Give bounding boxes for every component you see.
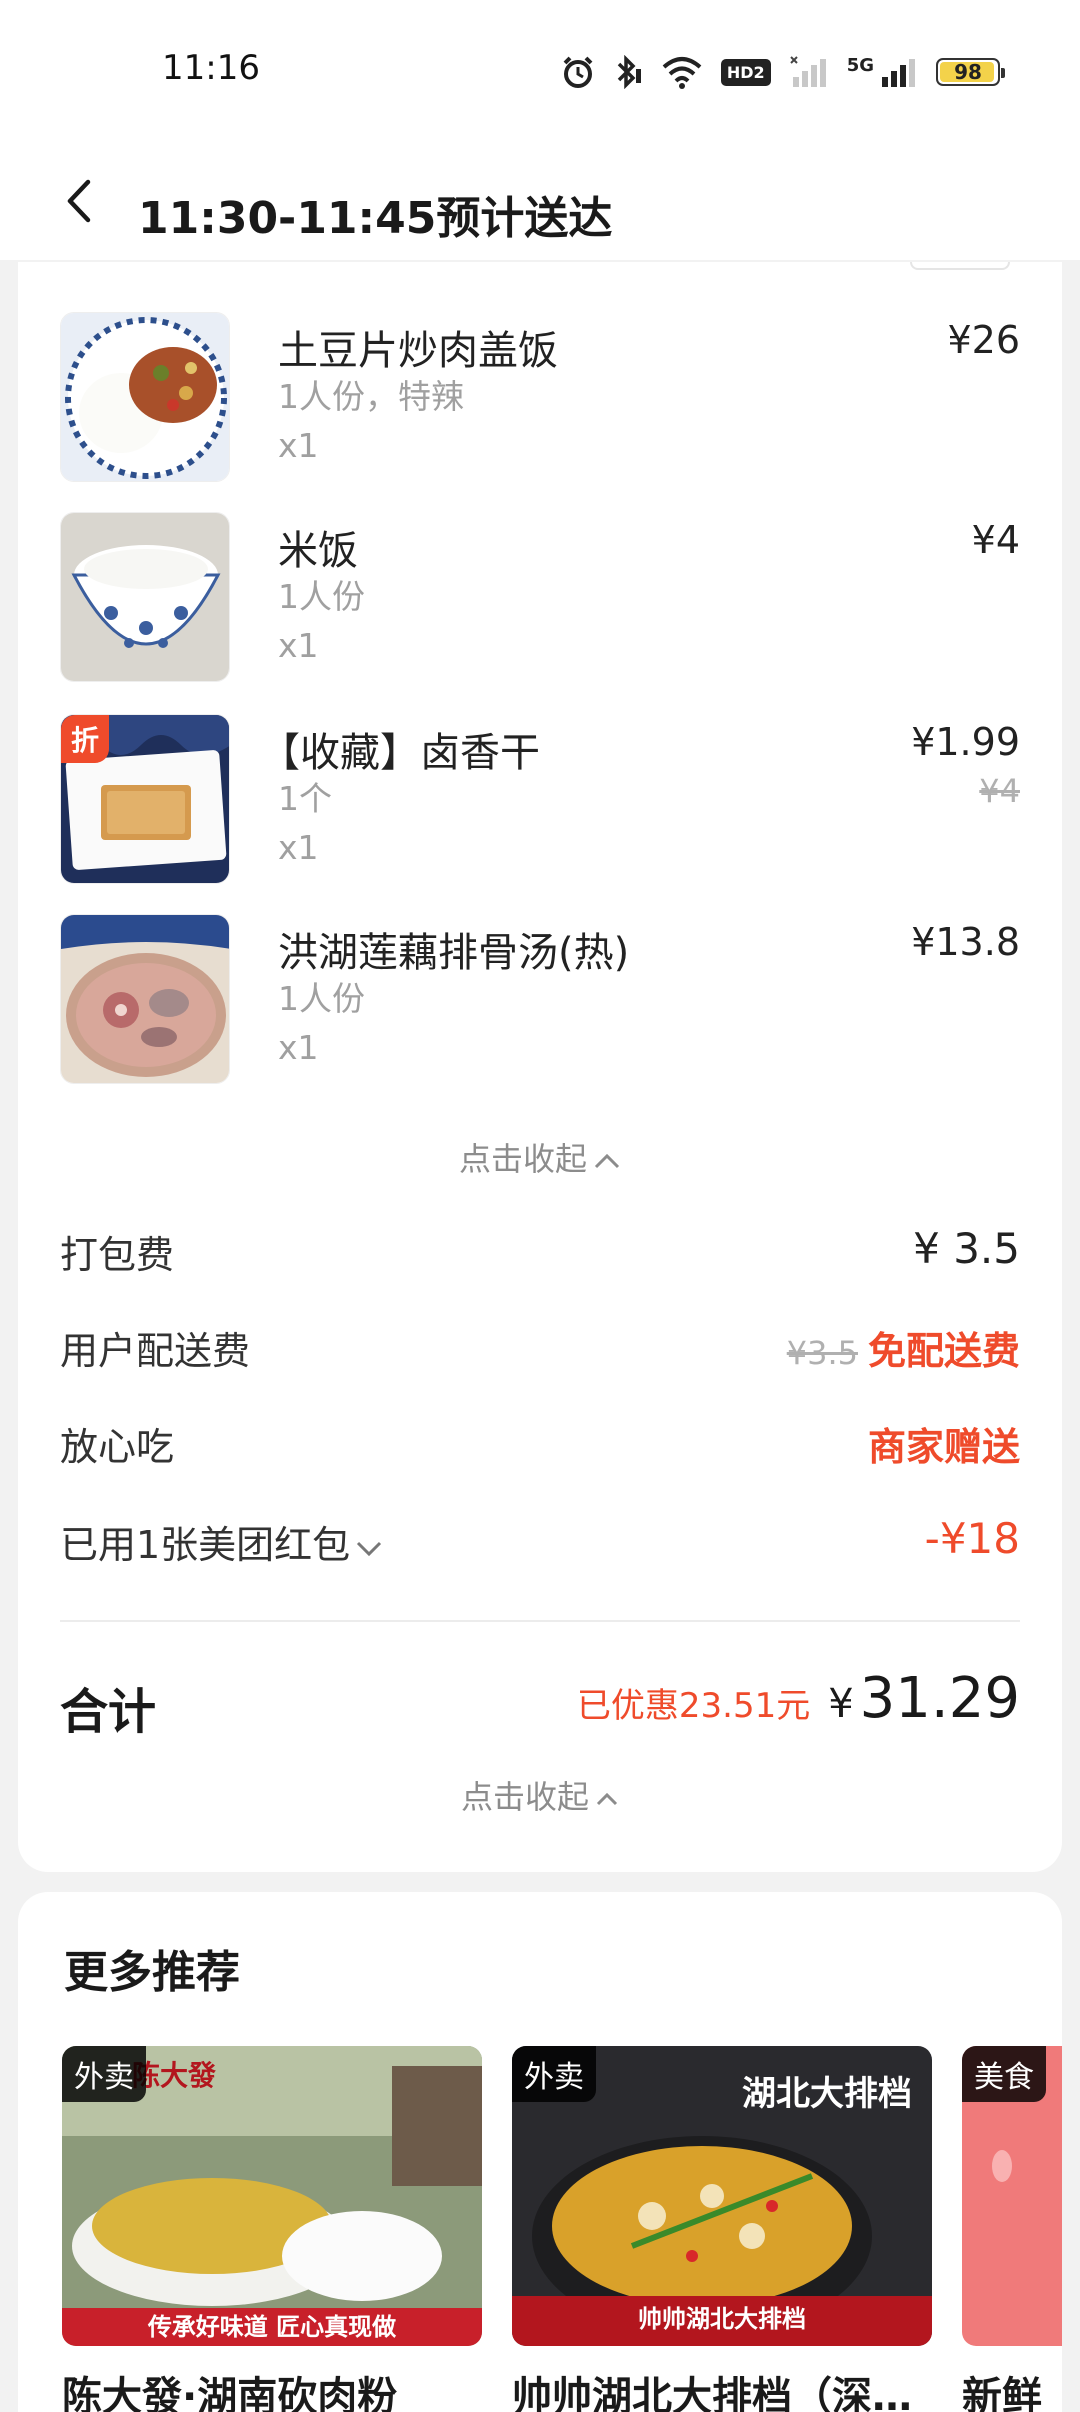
dish-price: ¥13.8 — [911, 920, 1020, 964]
discount-tag: 折 — [61, 715, 109, 763]
recommendation-item[interactable]: 湖北大排档 帅帅湖北大排档 外卖 帅帅湖北大排档（深… — [512, 2046, 932, 2412]
chevron-down-icon[interactable] — [354, 1538, 384, 1558]
recommendation-name: 陈大發·湖南砍肉粉 — [62, 2374, 398, 2412]
dish-name: 米饭 — [278, 528, 358, 574]
battery-icon: 98 — [936, 58, 1005, 86]
card-edge-hint — [910, 262, 1010, 270]
collapse-label: 点击收起 — [460, 1778, 589, 1816]
dish-quantity: x1 — [278, 626, 319, 665]
chevron-up-icon — [596, 1792, 618, 1806]
dish-name: 土豆片炒肉盖饭 — [278, 328, 558, 374]
redpacket-label-text: 已用1张美团红包 — [60, 1523, 351, 1567]
dish-spec: 1人份 — [278, 577, 365, 616]
dish-spec: 1人份 — [278, 979, 365, 1018]
recommendation-image-caption: 传承好味道 匠心真现做 — [147, 2313, 397, 2341]
dish-image — [60, 512, 230, 682]
dish-price: ¥4 — [971, 518, 1020, 562]
alarm-icon — [563, 56, 593, 88]
redpacket-value: -¥18 — [924, 1514, 1020, 1563]
dish-price: ¥1.99 — [911, 720, 1020, 764]
status-time: 11:16 — [162, 48, 260, 88]
network-type-label: 5G — [846, 54, 874, 76]
packing-fee-label: 打包费 — [60, 1233, 175, 1277]
wifi-icon — [662, 57, 702, 89]
page-header: 11:30-11:45预计送达 — [0, 140, 1080, 260]
total-amount-value: 31.29 — [859, 1666, 1020, 1731]
recommendation-image-caption: 帅帅湖北大排档 — [638, 2305, 806, 2333]
dish-price: ¥26 — [947, 318, 1020, 362]
total-saved: 已优惠23.51元 — [576, 1686, 811, 1726]
order-detail-card: 土豆片炒肉盖饭 1人份，特辣 x1 ¥26 米饭 1人份 x1 ¥4 折 【收藏… — [18, 262, 1062, 1872]
total-amount: ¥31.29 — [828, 1666, 1020, 1731]
packing-fee-value: ¥ 3.5 — [913, 1224, 1020, 1273]
status-bar: 11:16 HD2 5G 98 — [0, 0, 1080, 140]
delivery-fee-value: ¥3.5 免配送费 — [787, 1320, 1020, 1375]
divider — [60, 1620, 1020, 1622]
collapse-items-link[interactable]: 点击收起 — [18, 1134, 1062, 1180]
packing-fee-row: 打包费 ¥ 3.5 — [60, 1224, 1020, 1284]
order-item[interactable]: 洪湖莲藕排骨汤(热) 1人份 x1 ¥13.8 — [60, 914, 1020, 1086]
bluetooth-icon — [617, 55, 641, 89]
recommendation-image: 陈大發 传承好味道 匠心真现做 外卖 — [62, 2046, 482, 2346]
total-currency: ¥ — [828, 1681, 854, 1727]
order-item[interactable]: 米饭 1人份 x1 ¥4 — [60, 512, 1020, 684]
dish-name: 【收藏】卤香干 — [260, 730, 540, 776]
collapse-details-link[interactable]: 点击收起 — [18, 1772, 1062, 1818]
total-label: 合计 — [60, 1684, 157, 1740]
recommendation-image: 湖北大排档 帅帅湖北大排档 外卖 — [512, 2046, 932, 2346]
redpacket-row[interactable]: 已用1张美团红包 -¥18 — [60, 1514, 1020, 1574]
recommendation-image-title: 湖北大排档 — [742, 2074, 912, 2114]
recommendation-item[interactable]: 陈大發 传承好味道 匠心真现做 外卖 陈大發·湖南砍肉粉 — [62, 2046, 482, 2412]
dish-image: 折 — [60, 714, 230, 884]
dish-quantity: x1 — [278, 1028, 319, 1067]
dish-image — [60, 914, 230, 1084]
dish-quantity: x1 — [278, 828, 319, 867]
chevron-up-icon — [594, 1153, 620, 1169]
dish-original-price: ¥4 — [979, 772, 1020, 810]
delivery-fee-free: 免配送费 — [867, 1329, 1020, 1373]
collapse-label: 点击收起 — [458, 1140, 587, 1178]
food-badge: 美食 — [962, 2046, 1046, 2102]
recommendation-item[interactable]: 美食 新鲜 — [962, 2046, 1062, 2412]
status-icons: HD2 5G 98 — [561, 52, 1005, 92]
delivery-fee-label: 用户配送费 — [60, 1329, 251, 1373]
back-arrow-icon[interactable] — [56, 176, 106, 226]
delivery-badge: 外卖 — [62, 2046, 146, 2102]
dish-image — [60, 312, 230, 482]
dish-quantity: x1 — [278, 426, 319, 465]
dish-spec: 1个 — [278, 779, 332, 818]
delivery-badge: 外卖 — [512, 2046, 596, 2102]
dish-name: 洪湖莲藕排骨汤(热) — [278, 930, 630, 976]
signal-strong-icon — [882, 59, 915, 87]
battery-level: 98 — [954, 60, 982, 84]
assurance-row: 放心吃 商家赠送 — [60, 1416, 1020, 1476]
page-title: 11:30-11:45预计送达 — [138, 193, 613, 244]
recommendations-title: 更多推荐 — [64, 1947, 240, 1998]
recommendation-name: 帅帅湖北大排档（深… — [512, 2374, 912, 2412]
recommendation-image: 美食 — [962, 2046, 1062, 2346]
recommendations-card: 更多推荐 陈大發 传承好味道 匠心真现做 外卖 陈大發·湖南砍肉粉 湖北大排档 … — [18, 1892, 1062, 2412]
total-summary: 已优惠23.51元 ¥31.29 — [577, 1666, 1020, 1731]
recommendation-name: 新鲜 — [962, 2374, 1042, 2412]
redpacket-label: 已用1张美团红包 — [60, 1514, 384, 1569]
hd-voice-badge: HD2 — [720, 58, 771, 86]
assurance-label: 放心吃 — [60, 1425, 175, 1469]
dish-spec: 1人份，特辣 — [278, 377, 464, 416]
assurance-value: 商家赠送 — [867, 1425, 1020, 1469]
signal-weak-icon — [789, 56, 826, 87]
order-item[interactable]: 折 【收藏】卤香干 1个 x1 ¥1.99 ¥4 — [60, 714, 1020, 886]
delivery-fee-row: 用户配送费 ¥3.5 免配送费 — [60, 1320, 1020, 1380]
order-item[interactable]: 土豆片炒肉盖饭 1人份，特辣 x1 ¥26 — [60, 312, 1020, 484]
delivery-fee-original: ¥3.5 — [786, 1334, 858, 1372]
